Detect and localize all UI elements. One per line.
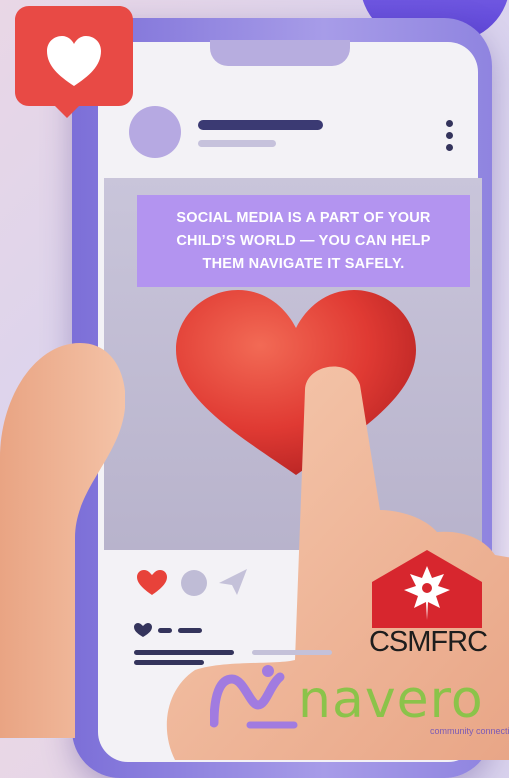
csmfrc-logo-text: CSMFRC (368, 626, 488, 658)
post-caption: SOCIAL MEDIA IS A PART OF YOUR CHILD’S W… (137, 195, 470, 287)
navero-logo-mark (210, 665, 298, 729)
send-icon[interactable] (217, 567, 249, 597)
caption-line-placeholder (252, 650, 332, 655)
comment-icon[interactable] (181, 570, 207, 596)
caption-line-placeholder (134, 650, 234, 655)
thumb-hand (0, 343, 125, 738)
like-count-placeholder (158, 628, 172, 633)
like-count-placeholder (178, 628, 202, 633)
subtitle-placeholder (198, 140, 276, 147)
phone-notch (210, 40, 350, 66)
username-placeholder (198, 120, 323, 130)
caption-line-placeholder (134, 660, 204, 665)
navero-logo-text: navero (298, 670, 484, 730)
navero-tagline: community connection (430, 726, 509, 736)
heart-icon[interactable] (137, 570, 167, 596)
small-heart-icon (134, 623, 152, 637)
avatar[interactable] (129, 106, 181, 158)
more-options-icon[interactable] (444, 120, 456, 156)
notification-heart-icon (15, 6, 133, 118)
csmfrc-logo (372, 550, 482, 628)
